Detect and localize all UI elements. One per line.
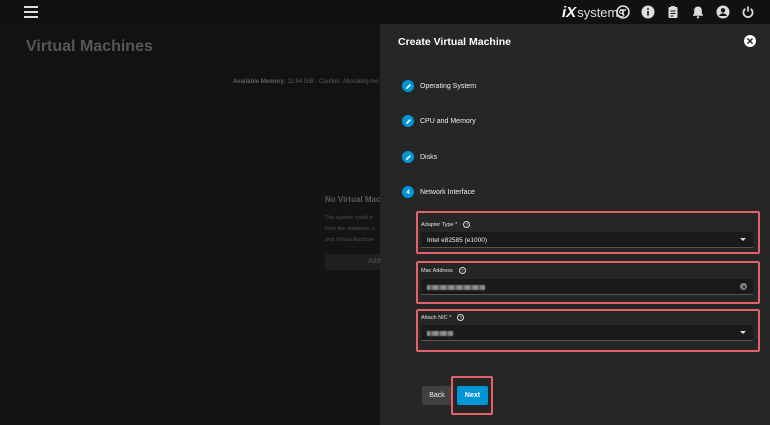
close-icon bbox=[746, 37, 754, 45]
step-label: CPU and Memory bbox=[420, 117, 476, 125]
back-button[interactable]: Back bbox=[422, 386, 452, 405]
top-icons bbox=[615, 4, 756, 20]
panel-title: Create Virtual Machine bbox=[398, 36, 512, 48]
help-icon[interactable]: ? bbox=[457, 314, 465, 321]
mac-address-label-text: Mac Address bbox=[421, 267, 453, 274]
page-title: Virtual Machines bbox=[26, 38, 153, 55]
clear-icon[interactable] bbox=[740, 283, 747, 290]
adapter-type-label: Adapter Type * ? bbox=[421, 221, 471, 228]
mac-address-label: Mac Address ? bbox=[421, 267, 466, 274]
redacted-nic-value bbox=[427, 331, 453, 336]
notifications-bell-icon[interactable] bbox=[690, 4, 706, 20]
power-icon[interactable] bbox=[740, 4, 756, 20]
help-icon[interactable]: ? bbox=[458, 267, 466, 274]
step-cpu-memory[interactable]: CPU and Memory bbox=[402, 114, 476, 128]
empty-state-description: The system could n from the database. L … bbox=[325, 215, 376, 243]
logo-mark: iX bbox=[562, 3, 577, 21]
available-memory-value: 11.94 GiB - Caution: Allocating mo bbox=[287, 79, 379, 85]
adapter-type-label-text: Adapter Type * bbox=[421, 221, 458, 228]
attach-nic-select[interactable] bbox=[421, 325, 753, 341]
chevron-down-icon bbox=[740, 331, 746, 334]
attach-nic-label-text: Attach NIC * bbox=[421, 314, 452, 321]
mac-address-input[interactable] bbox=[421, 279, 753, 295]
task-manager-icon[interactable] bbox=[665, 4, 681, 20]
next-button[interactable]: Next bbox=[457, 386, 488, 405]
pencil-icon bbox=[402, 80, 414, 92]
step-label: Disks bbox=[420, 153, 438, 161]
step-label: Network Interface bbox=[420, 188, 475, 196]
chevron-down-icon bbox=[740, 238, 746, 241]
help-icon[interactable]: ? bbox=[463, 221, 471, 228]
adapter-type-select[interactable]: Intel e82585 (e1000) bbox=[421, 232, 753, 248]
create-vm-panel: Create Virtual Machine Operating System … bbox=[380, 24, 770, 425]
pencil-icon bbox=[402, 115, 414, 127]
step-operating-system[interactable]: Operating System bbox=[402, 79, 476, 93]
redacted-mac-value bbox=[427, 285, 485, 290]
truecommand-icon[interactable] bbox=[615, 4, 631, 20]
add-vm-button[interactable]: Add bbox=[325, 254, 380, 270]
attach-nic-label: Attach NIC * ? bbox=[421, 314, 465, 321]
step-number: 4 bbox=[402, 186, 414, 198]
available-memory-label: Available Memory: bbox=[233, 79, 286, 85]
pencil-icon bbox=[402, 151, 414, 163]
empty-state-title: No Virtual Machi bbox=[325, 195, 388, 204]
close-panel-button[interactable] bbox=[744, 35, 756, 47]
adapter-type-value: Intel e82585 (e1000) bbox=[427, 237, 487, 244]
step-network-interface[interactable]: 4 Network Interface bbox=[402, 185, 475, 199]
account-icon[interactable] bbox=[715, 4, 731, 20]
available-memory-text: Available Memory: 11.94 GiB - Caution: A… bbox=[233, 79, 379, 85]
menu-icon[interactable] bbox=[24, 6, 38, 18]
info-icon[interactable] bbox=[640, 4, 656, 20]
step-label: Operating System bbox=[420, 82, 477, 90]
top-bar: iX systems bbox=[0, 0, 770, 24]
step-disks[interactable]: Disks bbox=[402, 150, 437, 164]
